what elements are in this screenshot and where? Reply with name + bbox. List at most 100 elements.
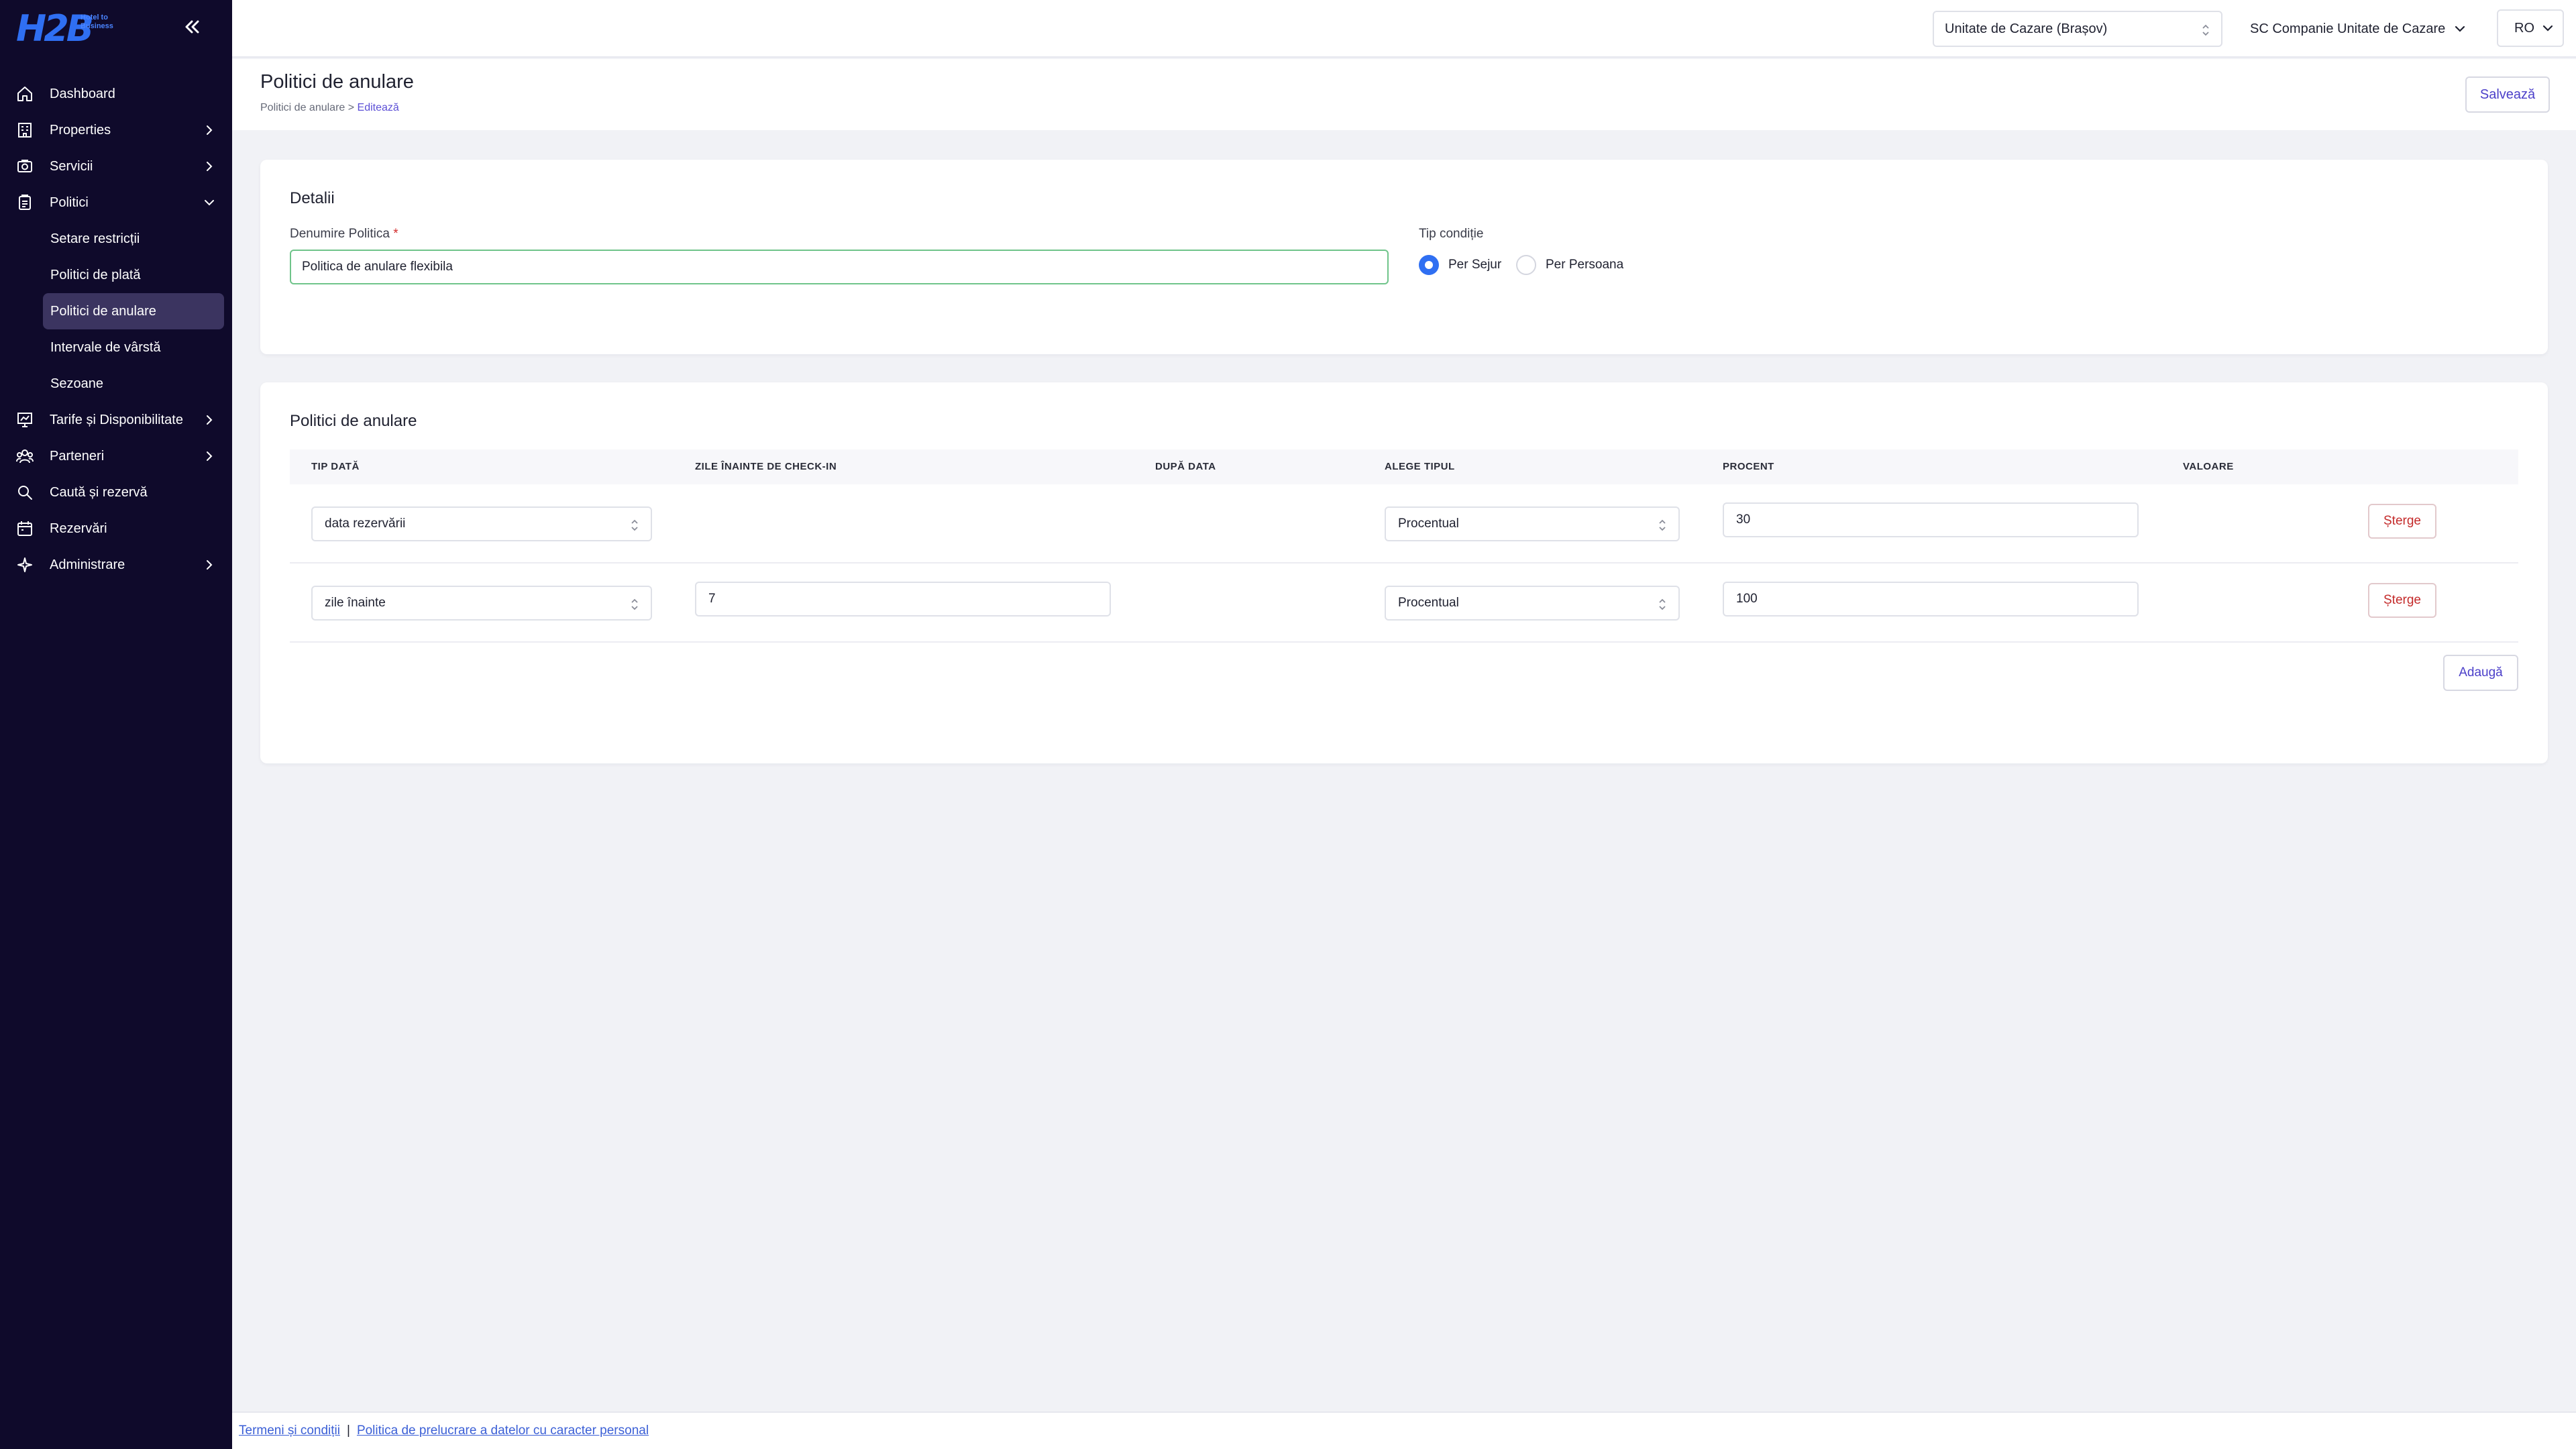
sidebar-nav: Dashboard Properties Servicii Politici S… bbox=[0, 76, 232, 583]
sparkle-icon bbox=[16, 556, 34, 574]
sidebar-item-servicii[interactable]: Servicii bbox=[0, 148, 232, 184]
breadcrumb-separator: > bbox=[347, 102, 355, 113]
column-header: DUPĂ DATA bbox=[1155, 461, 1216, 472]
chevron-right-icon bbox=[203, 160, 216, 173]
terms-link[interactable]: Termeni și condiții bbox=[239, 1424, 340, 1438]
radio-per-persoana[interactable]: Per Persoana bbox=[1516, 255, 1623, 275]
chevron-down-icon bbox=[2542, 25, 2553, 32]
calendar-icon bbox=[16, 520, 34, 537]
percent-input[interactable] bbox=[1723, 582, 2139, 616]
delete-button[interactable]: Șterge bbox=[2368, 583, 2436, 618]
sidebar-item-cauta-rezerva[interactable]: Caută și rezervă bbox=[0, 474, 232, 511]
footer-separator: | bbox=[347, 1424, 350, 1438]
company-select[interactable]: SC Companie Unitate de Cazare bbox=[2250, 11, 2467, 47]
column-header: VALOARE bbox=[2183, 461, 2234, 472]
sidebar-item-tarife[interactable]: Tarife și Disponibilitate bbox=[0, 402, 232, 438]
home-icon bbox=[16, 85, 34, 103]
type-select[interactable]: Procentual bbox=[1385, 586, 1680, 621]
date-type-select[interactable]: data rezervării bbox=[311, 506, 652, 541]
privacy-link[interactable]: Politica de prelucrare a datelor cu cara… bbox=[357, 1424, 649, 1438]
company-name: SC Companie Unitate de Cazare bbox=[2250, 21, 2446, 36]
page-title: Politici de anulare bbox=[260, 71, 414, 93]
language-value: RO bbox=[2514, 20, 2534, 36]
collapse-sidebar-icon[interactable] bbox=[180, 15, 204, 39]
add-button[interactable]: Adaugă bbox=[2443, 655, 2518, 691]
radio-dot bbox=[1516, 255, 1536, 275]
sidebar-item-dashboard[interactable]: Dashboard bbox=[0, 76, 232, 112]
sidebar: H2B Hotel to Business Dashboard Properti… bbox=[0, 0, 232, 1449]
sidebar-item-label: Caută și rezervă bbox=[50, 484, 148, 500]
updown-icon bbox=[1658, 519, 1666, 532]
days-before-input[interactable] bbox=[695, 582, 1111, 616]
page-header: Politici de anulare Politici de anulare … bbox=[232, 59, 2576, 130]
updown-icon bbox=[631, 519, 639, 532]
sidebar-subitem-label: Sezoane bbox=[50, 376, 103, 391]
sidebar-item-administrare[interactable]: Administrare bbox=[0, 547, 232, 583]
unit-select-value: Unitate de Cazare (Brașov) bbox=[1945, 21, 2108, 36]
users-icon bbox=[16, 447, 34, 465]
logo-subtitle: Hotel to Business bbox=[80, 13, 113, 30]
column-header: ZILE ÎNAINTE DE CHECK-IN bbox=[695, 461, 837, 472]
policies-title: Politici de anulare bbox=[290, 412, 417, 430]
chevron-right-icon bbox=[203, 413, 216, 427]
select-value: Procentual bbox=[1398, 517, 1459, 531]
chevron-right-icon bbox=[203, 123, 216, 137]
policy-name-input[interactable] bbox=[290, 250, 1389, 284]
language-select[interactable]: RO bbox=[2497, 9, 2564, 47]
building-icon bbox=[16, 121, 34, 139]
sidebar-subitem-politici-anulare[interactable]: Politici de anulare bbox=[43, 293, 224, 329]
sidebar-item-label: Properties bbox=[50, 122, 111, 138]
percent-input[interactable] bbox=[1723, 502, 2139, 537]
sidebar-subitem-label: Politici de plată bbox=[50, 267, 141, 282]
select-value: Procentual bbox=[1398, 596, 1459, 610]
sidebar-item-rezervari[interactable]: Rezervări bbox=[0, 511, 232, 547]
sidebar-item-properties[interactable]: Properties bbox=[0, 112, 232, 148]
delete-button[interactable]: Șterge bbox=[2368, 504, 2436, 539]
sidebar-item-label: Servicii bbox=[50, 158, 93, 174]
sidebar-item-parteneri[interactable]: Parteneri bbox=[0, 438, 232, 474]
radio-label: Per Persoana bbox=[1546, 258, 1624, 272]
chevron-right-icon bbox=[203, 449, 216, 463]
sidebar-subitem-label: Setare restricții bbox=[50, 231, 140, 246]
unit-select[interactable]: Unitate de Cazare (Brașov) bbox=[1933, 11, 2222, 47]
brand-logo[interactable]: H2B Hotel to Business bbox=[16, 8, 123, 50]
select-value: data rezervării bbox=[325, 517, 406, 531]
chevron-down-icon bbox=[203, 196, 216, 209]
radio-per-sejur[interactable]: Per Sejur bbox=[1419, 255, 1501, 275]
radio-dot bbox=[1419, 255, 1439, 275]
type-select[interactable]: Procentual bbox=[1385, 506, 1680, 541]
sidebar-subitem-sezoane[interactable]: Sezoane bbox=[0, 366, 232, 402]
column-header: ALEGE TIPUL bbox=[1385, 461, 1455, 472]
sidebar-subitem-label: Intervale de vârstă bbox=[50, 339, 161, 355]
select-value: zile înainte bbox=[325, 596, 386, 610]
sidebar-subitem-setare-restrictii[interactable]: Setare restricții bbox=[0, 221, 232, 257]
breadcrumb-parent[interactable]: Politici de anulare bbox=[260, 102, 345, 113]
topbar: Unitate de Cazare (Brașov) SC Companie U… bbox=[232, 0, 2576, 58]
sidebar-subitem-intervale-varsta[interactable]: Intervale de vârstă bbox=[0, 329, 232, 366]
updown-icon bbox=[631, 598, 639, 611]
table-row: data rezervării Procentual Șterge bbox=[290, 484, 2518, 564]
services-icon bbox=[16, 158, 34, 175]
sidebar-item-politici[interactable]: Politici bbox=[0, 184, 232, 221]
breadcrumb: Politici de anulare > Editează bbox=[260, 102, 399, 114]
updown-icon bbox=[1658, 598, 1666, 611]
sidebar-item-label: Politici bbox=[50, 195, 89, 210]
save-button[interactable]: Salvează bbox=[2465, 76, 2550, 113]
chevron-right-icon bbox=[203, 558, 216, 572]
table-header: TIP DATĂ ZILE ÎNAINTE DE CHECK-IN DUPĂ D… bbox=[290, 449, 2518, 484]
breadcrumb-current: Editează bbox=[357, 102, 399, 113]
footer: Termeni și condiții | Politica de preluc… bbox=[232, 1411, 2576, 1449]
column-header: PROCENT bbox=[1723, 461, 1774, 472]
chevron-down-icon bbox=[2455, 25, 2465, 32]
sidebar-subitem-politici-plata[interactable]: Politici de plată bbox=[0, 257, 232, 293]
sidebar-item-label: Dashboard bbox=[50, 86, 115, 101]
policy-name-label-text: Denumire Politica bbox=[290, 227, 390, 241]
sidebar-item-label: Parteneri bbox=[50, 448, 105, 464]
clipboard-icon bbox=[16, 194, 34, 211]
condition-type-label: Tip condiție bbox=[1419, 227, 1484, 241]
date-type-select[interactable]: zile înainte bbox=[311, 586, 652, 621]
sidebar-item-label: Administrare bbox=[50, 557, 125, 572]
radio-label: Per Sejur bbox=[1448, 258, 1502, 272]
search-icon bbox=[16, 484, 34, 501]
sidebar-item-label: Tarife și Disponibilitate bbox=[50, 412, 183, 427]
